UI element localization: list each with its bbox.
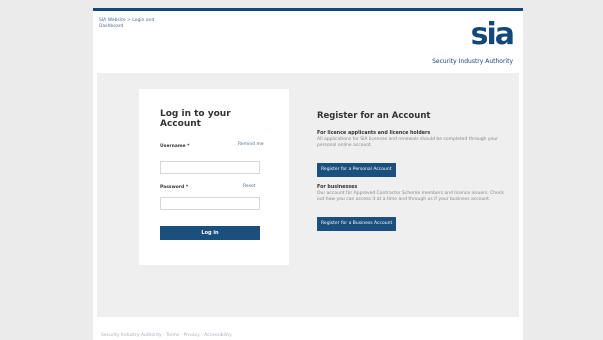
site-header: SIA Website > Login and Dashboard sia Se…	[93, 11, 523, 73]
remind-username-link[interactable]: Remind me	[238, 142, 264, 148]
sia-logo[interactable]: sia Security Industry Authority	[403, 17, 515, 66]
register-business-button[interactable]: Register for a Business Account	[317, 217, 397, 231]
register-title: Register for an Account	[317, 111, 431, 121]
username-label: Username *	[160, 144, 190, 149]
password-label: Password *	[160, 185, 189, 190]
logo-org-name: Security Industry Authority	[432, 58, 513, 65]
breadcrumb-link[interactable]: SIA Website > Login and	[99, 18, 154, 23]
logo-mark: sia	[470, 17, 515, 52]
login-title: Log in to your Account	[160, 109, 231, 129]
personal-description: All applications for SIA licences and re…	[317, 137, 498, 148]
password-input[interactable]	[160, 197, 260, 210]
register-section: Register for an Account For licence appl…	[317, 111, 507, 231]
main-content: Log in to your Account Username * Remind…	[97, 73, 519, 317]
login-button[interactable]: Log in	[160, 226, 260, 240]
page-container: SIA Website > Login and Dashboard sia Se…	[93, 8, 523, 340]
register-personal-button[interactable]: Register for a Personal Account	[317, 163, 396, 177]
reset-password-link[interactable]: Reset	[243, 184, 256, 190]
business-description: Our account for Approved Contractor Sche…	[317, 191, 504, 202]
login-card: Log in to your Account Username * Remind…	[139, 89, 289, 265]
footer: Security Industry Authority · Terms · Pr…	[97, 329, 519, 340]
breadcrumb: SIA Website > Login and Dashboard	[99, 18, 194, 30]
username-input[interactable]	[160, 161, 260, 174]
footer-text: Security Industry Authority · Terms · Pr…	[101, 333, 232, 338]
breadcrumb-current: Dashboard	[99, 24, 124, 29]
